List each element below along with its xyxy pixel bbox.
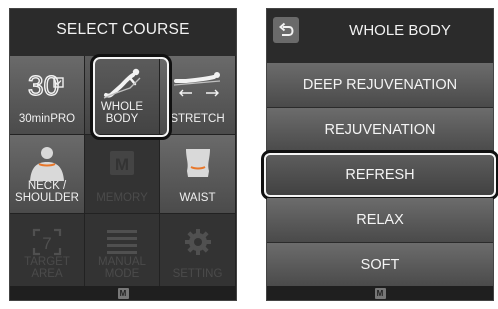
memory-status-icon: M [374,287,386,299]
timer-30-icon: 30 [10,64,84,104]
tile-waist[interactable]: WAIST [160,135,236,214]
manual-lines-icon [85,222,159,262]
memory-status-icon: M [117,287,129,299]
whole-body-screen: WHOLE BODY DEEP REJUVENATION REJUVENATIO… [261,8,498,301]
tile-target-area: 7 TARGET AREA [10,214,85,290]
course-rejuvenation[interactable]: REJUVENATION [267,108,493,152]
selection-highlight [90,54,172,140]
tile-neck-shoulder[interactable]: NECK / SHOULDER [10,135,85,214]
status-bar: M [10,286,236,300]
course-label: REFRESH [345,167,415,183]
course-refresh[interactable]: REFRESH [261,150,498,200]
select-course-screen: SELECT COURSE 30 30minPRO WHOLE BODY STR… [9,8,237,301]
course-list: DEEP REJUVENATION REJUVENATION REFRESH R… [261,63,498,288]
tile-label: MEMORY [96,192,148,204]
tile-label: NECK / SHOULDER [15,180,79,204]
tile-30minpro[interactable]: 30 30minPRO [10,56,85,135]
back-arrow-icon [278,22,294,36]
status-bar: M [267,286,493,300]
tile-manual-mode: MANUAL MODE [85,214,160,290]
svg-text:7: 7 [42,234,51,253]
course-label: REJUVENATION [324,122,436,138]
tile-label: 30minPRO [18,113,76,125]
course-soft[interactable]: SOFT [267,243,493,287]
header: WHOLE BODY [267,9,493,51]
tile-memory: M MEMORY [85,135,160,214]
tile-label: WAIST [179,192,216,204]
neck-shoulder-icon [10,143,84,183]
course-label: RELAX [356,212,404,228]
page-title: SELECT COURSE [10,9,236,51]
course-relax[interactable]: RELAX [267,198,493,242]
waist-icon [160,143,235,183]
back-button[interactable] [273,17,299,43]
course-label: DEEP REJUVENATION [302,77,458,93]
course-label: SOFT [360,257,400,273]
tile-label: STRETCH [170,113,225,125]
page-title: WHOLE BODY [349,22,451,39]
svg-text:M: M [115,155,129,174]
target-area-icon: 7 [10,222,84,262]
gear-icon [160,222,235,262]
course-deep-rejuvenation[interactable]: DEEP REJUVENATION [267,63,493,107]
memory-m-icon: M [85,143,159,183]
tile-label: SETTING [172,268,223,280]
tile-setting: SETTING [160,214,236,290]
